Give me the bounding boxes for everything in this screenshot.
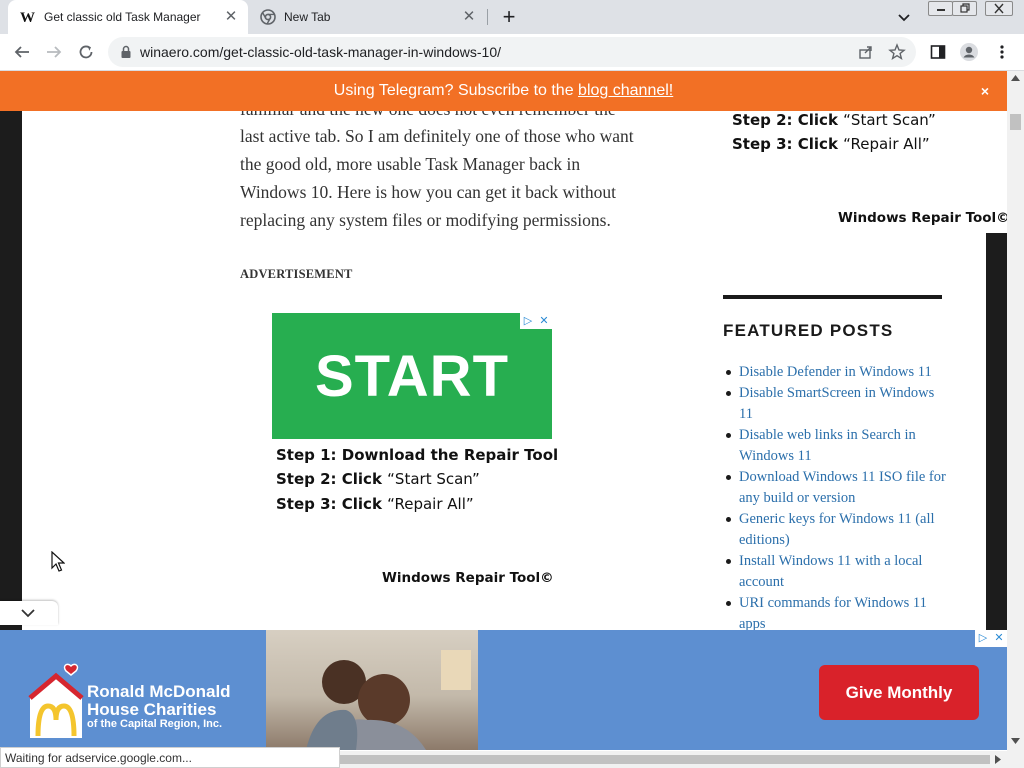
tab-winaero[interactable]: W Get classic old Task Manager in W ✕ — [8, 0, 248, 34]
close-ad-icon[interactable]: ✕ — [536, 313, 552, 329]
close-icon[interactable]: × — [981, 71, 989, 111]
browser-toolbar: winaero.com/get-classic-old-task-manager… — [0, 34, 1024, 71]
close-tab-icon[interactable]: ✕ — [462, 9, 476, 24]
article-line: the good old, more usable Task Manager b… — [240, 154, 581, 174]
bookmark-star-icon[interactable] — [888, 43, 906, 66]
sidebar-divider — [723, 295, 942, 299]
side-panel-icon[interactable] — [928, 42, 948, 62]
back-arrow-icon[interactable] — [12, 42, 32, 62]
sidebar-ad-step-3: Step 3: Click “Repair All” — [732, 135, 930, 153]
charity-banner-ad[interactable]: Ronald McDonald House Charities of the C… — [0, 630, 1007, 750]
telegram-promo-bar: Using Telegram? Subscribe to the blog ch… — [0, 71, 1007, 111]
blog-channel-link[interactable]: blog channel! — [578, 82, 673, 99]
forward-arrow-icon[interactable] — [44, 42, 64, 62]
adchoices-icon[interactable]: ▷ — [520, 313, 536, 329]
featured-post-link[interactable]: URI commands for Windows 11 apps — [723, 593, 951, 635]
close-ad-icon[interactable]: ✕ — [991, 630, 1007, 647]
reload-icon[interactable] — [76, 42, 96, 62]
kebab-menu-icon[interactable] — [992, 42, 1012, 62]
left-background-band — [0, 111, 22, 641]
tab-new-tab[interactable]: New Tab ✕ — [250, 0, 486, 34]
article-line: last active tab. So I am definitely one … — [240, 126, 634, 146]
promo-text: Using Telegram? Subscribe to the — [333, 82, 579, 99]
family-photo — [266, 630, 478, 750]
address-bar[interactable]: winaero.com/get-classic-old-task-manager… — [108, 37, 916, 67]
scroll-right-icon[interactable] — [995, 755, 1001, 764]
featured-post-link[interactable]: Disable Defender in Windows 11 — [723, 362, 951, 383]
ad-step-3: Step 3: Click “Repair All” — [276, 495, 474, 513]
new-tab-button[interactable]: + — [499, 6, 519, 28]
article-line: Windows 10. Here is how you can get it b… — [240, 182, 616, 202]
tab-title: Get classic old Task Manager in W — [44, 10, 204, 24]
charity-subtitle: of the Capital Region, Inc. — [87, 718, 223, 730]
tab-title: New Tab — [284, 10, 331, 24]
tab-separator — [487, 9, 488, 25]
chrome-icon — [260, 9, 276, 25]
winaero-w-icon: W — [20, 9, 36, 25]
charity-name: Ronald McDonald House Charities — [87, 682, 231, 719]
tab-strip: W Get classic old Task Manager in W ✕ Ne… — [0, 0, 1024, 34]
repair-tool-ad-banner[interactable]: START ▷ ✕ — [272, 313, 552, 439]
url-text: winaero.com/get-classic-old-task-manager… — [140, 44, 502, 60]
scroll-down-icon[interactable] — [1011, 738, 1020, 744]
close-tab-icon[interactable]: ✕ — [224, 9, 238, 24]
give-monthly-button[interactable]: Give Monthly — [819, 665, 979, 720]
featured-post-link[interactable]: Disable SmartScreen in Windows 11 — [723, 383, 951, 425]
status-bubble: Waiting for adservice.google.com... — [0, 747, 340, 768]
featured-post-link[interactable]: Generic keys for Windows 11 (all edition… — [723, 509, 951, 551]
collapse-ad-button[interactable] — [0, 601, 58, 625]
lock-icon — [120, 45, 132, 64]
adchoices-badge[interactable]: ▷ ✕ — [975, 630, 1007, 647]
ad-headline: START — [314, 344, 509, 409]
restore-button[interactable] — [952, 1, 977, 16]
svg-text:W: W — [20, 10, 35, 25]
share-icon[interactable] — [858, 44, 874, 65]
profile-avatar-icon[interactable] — [959, 42, 979, 62]
close-window-button[interactable] — [985, 1, 1013, 16]
chevron-down-icon[interactable] — [895, 8, 913, 26]
ad-brand: Windows Repair Tool© — [382, 570, 554, 586]
vertical-scrollbar[interactable] — [1007, 71, 1024, 751]
article-body: last active tab. So I am definitely one … — [240, 122, 690, 234]
featured-post-link[interactable]: Disable web links in Search in Windows 1… — [723, 425, 951, 467]
scroll-up-icon[interactable] — [1011, 75, 1020, 81]
ad-step-2: Step 2: Click “Start Scan” — [276, 470, 480, 488]
adchoices-icon[interactable]: ▷ — [975, 630, 991, 647]
scrollbar-thumb[interactable] — [1010, 114, 1021, 130]
featured-posts-list: Disable Defender in Windows 11 Disable S… — [723, 362, 951, 635]
mouse-cursor-icon — [51, 550, 66, 578]
chevron-down-icon — [21, 609, 35, 618]
article-line: replacing any system files or modifying … — [240, 210, 611, 230]
featured-post-link[interactable]: Install Windows 11 with a local account — [723, 551, 951, 593]
right-background-band — [986, 233, 1007, 633]
advertisement-label: ADVERTISEMENT — [240, 267, 353, 281]
sidebar-ad-step-2: Step 2: Click “Start Scan” — [732, 111, 936, 129]
ad-step-1: Step 1: Download the Repair Tool — [276, 446, 559, 464]
minimize-button[interactable] — [928, 1, 953, 16]
featured-post-link[interactable]: Download Windows 11 ISO file for any bui… — [723, 467, 951, 509]
featured-posts-heading: FEATURED POSTS — [723, 321, 894, 340]
sidebar-ad-brand: Windows Repair Tool© — [838, 210, 1007, 226]
adchoices-badge[interactable]: ▷ ✕ — [520, 313, 552, 329]
scrollbar-thumb[interactable] — [340, 755, 990, 764]
